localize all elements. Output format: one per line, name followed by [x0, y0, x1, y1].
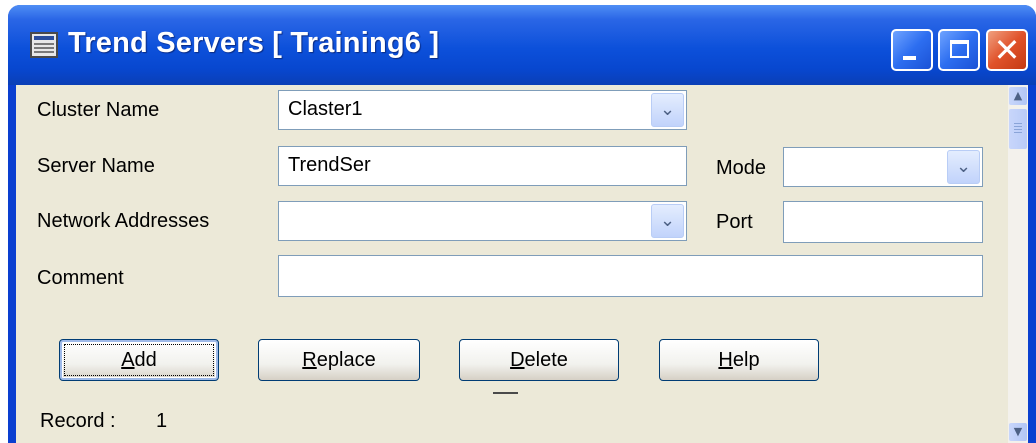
- chevron-down-icon[interactable]: ⌄: [947, 150, 980, 184]
- server-name-label: Server Name: [37, 155, 155, 177]
- help-mnemonic: H: [718, 349, 733, 371]
- scroll-up-icon[interactable]: ▲: [1009, 87, 1027, 105]
- chevron-down-icon[interactable]: ⌄: [651, 204, 684, 238]
- replace-button[interactable]: Replace: [258, 339, 420, 381]
- server-name-input[interactable]: TrendSer: [278, 146, 687, 186]
- maximize-button[interactable]: [938, 29, 980, 71]
- server-name-value: TrendSer: [288, 154, 371, 176]
- help-button[interactable]: Help: [659, 339, 819, 381]
- cluster-name-value: Claster1: [288, 98, 363, 120]
- record-label: Record :: [40, 410, 116, 432]
- app-window-icon[interactable]: [30, 32, 58, 58]
- delete-button[interactable]: Delete: [459, 339, 619, 381]
- vertical-scrollbar[interactable]: ▲ ▼: [1008, 85, 1028, 443]
- separator-mark: [493, 392, 518, 394]
- replace-label-rest: eplace: [316, 349, 376, 371]
- add-button[interactable]: Add: [59, 339, 219, 381]
- port-input[interactable]: [783, 201, 983, 243]
- port-label: Port: [716, 211, 753, 233]
- delete-label-rest: elete: [524, 349, 568, 371]
- cluster-name-label: Cluster Name: [37, 99, 160, 121]
- trend-servers-window: Trend Servers [ Training6 ] ✕ Cluster Na…: [8, 5, 1036, 443]
- scroll-down-icon[interactable]: ▼: [1009, 423, 1027, 441]
- replace-mnemonic: R: [302, 349, 317, 371]
- chevron-down-icon[interactable]: ⌄: [651, 93, 684, 127]
- comment-input[interactable]: [278, 255, 983, 297]
- close-icon: ✕: [993, 31, 1021, 69]
- minimize-icon: [903, 56, 916, 60]
- record-value: 1: [156, 410, 168, 432]
- form-area: Cluster Name Claster1 ⌄ Server Name Tren…: [16, 85, 1028, 443]
- network-addresses-select[interactable]: ⌄: [278, 201, 687, 241]
- window-title: Trend Servers [ Training6 ]: [68, 27, 440, 59]
- comment-label: Comment: [37, 267, 124, 289]
- minimize-button[interactable]: [891, 29, 933, 71]
- mode-select[interactable]: ⌄: [783, 147, 983, 187]
- mode-label: Mode: [716, 157, 767, 179]
- maximize-icon: [950, 40, 969, 58]
- cluster-name-select[interactable]: Claster1 ⌄: [278, 90, 687, 130]
- title-bar[interactable]: Trend Servers [ Training6 ] ✕: [8, 5, 1036, 85]
- help-label-rest: elp: [732, 349, 760, 371]
- close-button[interactable]: ✕: [986, 29, 1028, 71]
- focus-rectangle: [64, 344, 214, 376]
- scroll-thumb[interactable]: [1009, 109, 1027, 149]
- network-addresses-label: Network Addresses: [37, 210, 210, 232]
- delete-mnemonic: D: [510, 349, 525, 371]
